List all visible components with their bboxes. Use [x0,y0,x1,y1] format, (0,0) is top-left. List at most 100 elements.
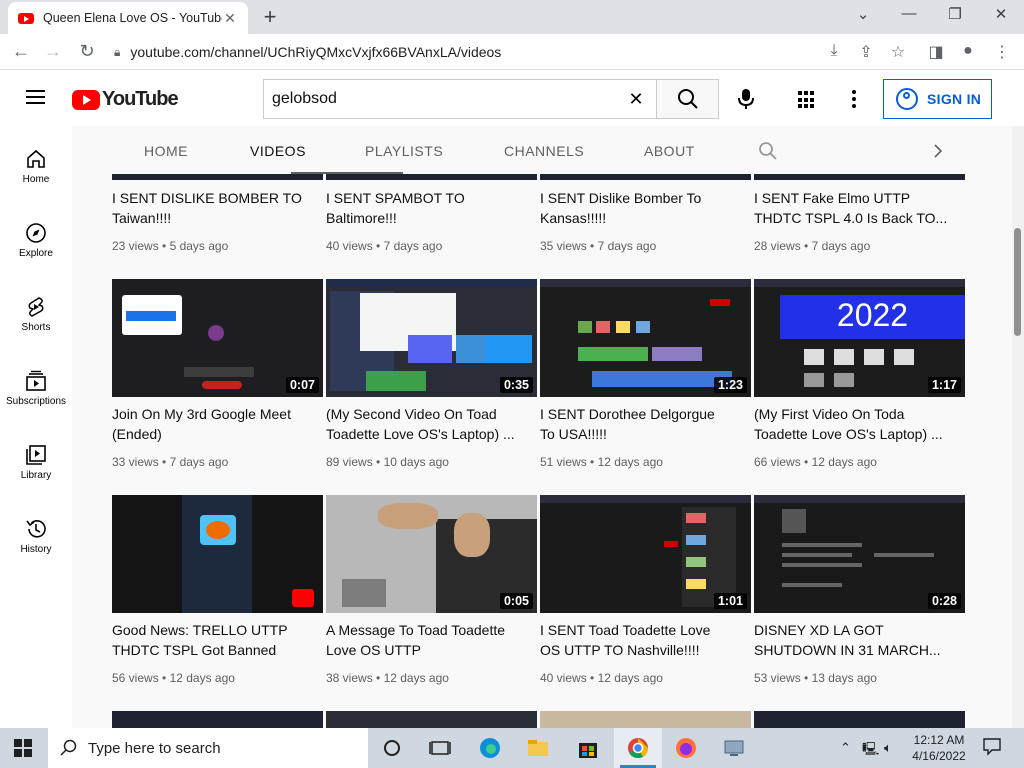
video-title[interactable]: Good News: TRELLO UTTP THDTC TSPL Got Ban… [112,620,323,660]
duration-badge: 0:05 [499,593,533,609]
rail-label: Library [20,470,52,481]
taskbar-clock[interactable]: 12:12 AM 4/16/2022 [906,732,972,764]
video-thumbnail[interactable] [326,711,537,728]
video-title[interactable]: DISNEY XD LA GOT SHUTDOWN IN 31 MARCH... [754,620,965,660]
video-title[interactable]: (My Second Video On Toad Toadette Love OS… [326,404,537,444]
video-thumbnail[interactable]: 0:05 [326,495,537,613]
rail-item-shorts[interactable]: Shorts [0,296,72,333]
channel-search-icon[interactable] [758,141,778,161]
install-app-icon[interactable]: ⤓ [824,42,844,60]
video-thumbnail[interactable]: 1:23 [540,279,751,397]
share-icon[interactable]: ⇪ [856,42,876,62]
profile-icon[interactable]: ● [958,42,978,60]
remote-desktop-icon[interactable] [722,736,746,760]
tab-playlists[interactable]: PLAYLISTS [365,143,443,159]
video-thumbnail[interactable]: 2022 1:17 [754,279,965,397]
chrome-icon [628,738,649,759]
volume-icon[interactable]: 🔈︎ [884,740,892,756]
restore-icon[interactable]: ❐ [940,5,970,23]
video-title[interactable]: I SENT Dislike Bomber To Kansas!!!!! [540,188,751,228]
thumbnail-partial[interactable] [112,174,323,180]
page-scrollbar[interactable] [1012,126,1024,728]
tab-home[interactable]: HOME [144,143,188,159]
menu-hamburger-icon[interactable] [26,90,45,104]
rail-label: Home [22,174,50,185]
taskbar-search-box[interactable]: Type here to search [48,728,368,768]
youtube-logo[interactable]: YouTube [72,88,179,111]
rail-item-library[interactable]: Library [0,444,72,481]
video-thumbnail[interactable]: 0:07 [112,279,323,397]
search-input[interactable]: gelobsod ✕ [263,79,656,119]
notifications-icon[interactable] [982,736,1006,760]
windows-start-icon[interactable] [14,739,32,757]
video-thumbnail[interactable]: 0:35 [326,279,537,397]
edge-icon[interactable] [478,736,502,760]
rail-item-home[interactable]: Home [0,148,72,185]
tab-channels[interactable]: CHANNELS [504,143,584,159]
close-window-icon[interactable]: ✕ [986,5,1016,23]
chrome-taskbar-active[interactable] [614,728,662,768]
cortana-icon[interactable] [380,736,404,760]
firefox-icon[interactable] [674,736,698,760]
thumbnail-partial[interactable] [540,174,751,180]
video-meta: 66 views • 12 days ago [754,455,877,469]
tray-chevron-icon[interactable]: ⌃ [840,740,851,756]
task-view-icon[interactable] [428,736,452,760]
forward-arrow-icon[interactable]: → [42,41,64,62]
apps-grid-icon[interactable] [798,91,816,109]
video-thumbnail[interactable]: 1:01 [540,495,751,613]
video-thumbnail[interactable] [540,711,751,728]
library-icon [26,445,46,465]
thumbnail-partial[interactable] [326,174,537,180]
reload-icon[interactable]: ↻ [76,41,98,62]
minimize-icon[interactable]: — [894,5,924,22]
new-tab-icon[interactable]: + [258,4,282,30]
video-thumbnail[interactable] [112,711,323,728]
video-title[interactable]: (My First Video On Toda Toadette Love OS'… [754,404,965,444]
url-field[interactable]: 🔒︎ youtube.com/channel/UChRiyQMxcVxjfx66… [114,38,914,66]
store-icon[interactable] [576,736,600,760]
video-title[interactable]: I SENT Toad Toadette Love OS UTTP TO Nash… [540,620,751,660]
video-meta: 56 views • 12 days ago [112,671,235,685]
rail-label: Explore [19,248,53,259]
video-thumbnail[interactable]: 0:28 [754,495,965,613]
browser-tab[interactable]: Queen Elena Love OS - YouTube ✕ [8,2,248,34]
tab-videos[interactable]: VIDEOS [250,143,306,159]
video-meta: 35 views • 7 days ago [540,239,657,253]
clear-search-icon[interactable]: ✕ [616,89,656,110]
back-arrow-icon[interactable]: ← [10,41,32,62]
video-title[interactable]: I SENT Fake Elmo UTTP THDTC TSPL 4.0 Is B… [754,188,965,228]
video-thumbnail[interactable] [754,711,965,728]
subscriptions-icon [26,370,46,391]
video-title[interactable]: Join On My 3rd Google Meet (Ended) [112,404,323,444]
bookmark-star-icon[interactable]: ☆ [888,42,908,62]
duration-badge: 1:01 [713,593,747,609]
sign-in-button[interactable]: SIGN IN [883,79,992,119]
video-thumbnail[interactable] [112,495,323,613]
settings-more-icon[interactable] [852,90,856,111]
video-title[interactable]: I SENT Dorothee Delgorgue To USA!!!!! [540,404,751,444]
video-meta: 89 views • 10 days ago [326,455,449,469]
channel-tabs: HOME VIDEOS PLAYLISTS CHANNELS ABOUT [72,126,1012,174]
chrome-menu-icon[interactable]: ⋮ [992,42,1012,62]
chevron-right-icon[interactable] [932,143,944,159]
video-title[interactable]: I SENT SPAMBOT TO Baltimore!!! [326,188,537,228]
compass-icon [26,223,46,243]
lock-icon[interactable]: 🔒︎ [114,45,120,60]
video-title[interactable]: A Message To Toad Toadette Love OS UTTP [326,620,537,660]
rail-item-history[interactable]: History [0,518,72,555]
microphone-icon[interactable] [736,88,756,115]
side-panel-icon[interactable]: ◨ [926,42,946,62]
scrollbar-thumb[interactable] [1014,228,1021,336]
file-explorer-icon[interactable] [526,736,550,760]
thumbnail-partial[interactable] [754,174,965,180]
video-title[interactable]: I SENT DISLIKE BOMBER TO Taiwan!!!! [112,188,323,228]
rail-label: Subscriptions [5,396,67,407]
rail-item-explore[interactable]: Explore [0,222,72,259]
tab-search-chevron-icon[interactable]: ⌄ [848,5,878,23]
close-tab-icon[interactable]: ✕ [222,10,238,27]
search-button[interactable] [656,79,719,119]
network-icon[interactable]: 🖳︎ [862,740,879,762]
tab-about[interactable]: ABOUT [644,143,695,159]
rail-item-subscriptions[interactable]: Subscriptions [0,370,72,407]
